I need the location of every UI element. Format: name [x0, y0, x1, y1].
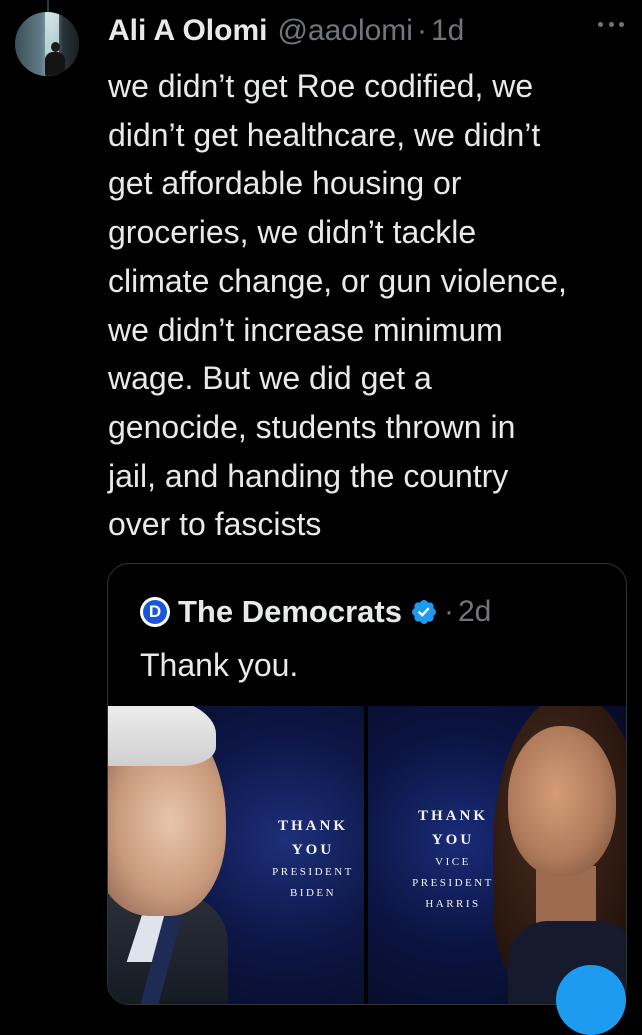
separator-dot: ·	[416, 14, 427, 47]
top-edge	[0, 0, 642, 6]
quoted-tweet-header: D The Democrats · 2d	[140, 594, 491, 630]
author-handle[interactable]: @aaolomi	[277, 14, 413, 48]
quoted-author-name[interactable]: The Democrats	[178, 594, 402, 630]
biden-caption: THANK YOU PRESIDENT BIDEN	[258, 814, 364, 904]
quoted-separator-dot: ·	[443, 595, 454, 628]
quoted-tweet[interactable]: D The Democrats · 2d Thank you. THANK YO…	[107, 563, 627, 1005]
quoted-tweet-text: Thank you.	[140, 647, 299, 683]
caption-line: PRESIDENT	[272, 866, 354, 878]
harris-caption: THANK YOU VICE PRESIDENT HARRIS	[393, 804, 513, 915]
tweet-timestamp[interactable]: 1d	[431, 14, 464, 48]
caption-line: THANK	[417, 808, 488, 824]
tweet-text: we didn’t get Roe codified, we didn’t ge…	[108, 68, 567, 543]
media-image-harris[interactable]: THANK YOU VICE PRESIDENT HARRIS	[368, 706, 626, 1004]
caption-line: YOU	[431, 832, 475, 848]
media-image-biden[interactable]: THANK YOU PRESIDENT BIDEN	[108, 706, 364, 1004]
more-icon[interactable]	[598, 22, 624, 30]
caption-line: BIDEN	[289, 887, 337, 899]
caption-line: YOU	[291, 842, 335, 858]
quoted-media[interactable]: THANK YOU PRESIDENT BIDEN THANK YOU VICE…	[108, 706, 626, 1004]
thread-line	[47, 0, 49, 12]
author-name[interactable]: Ali A Olomi	[108, 14, 267, 48]
democrats-logo-icon: D	[140, 597, 170, 627]
caption-line: HARRIS	[425, 898, 481, 910]
logo-letter: D	[143, 600, 167, 624]
avatar[interactable]	[15, 12, 79, 76]
quoted-timestamp[interactable]: 2d	[458, 595, 491, 629]
compose-button[interactable]	[556, 965, 626, 1035]
verified-badge-icon	[412, 600, 436, 624]
caption-line: VICE	[435, 856, 471, 868]
tweet-header: Ali A Olomi @aaolomi · 1d	[108, 14, 464, 52]
caption-line: PRESIDENT	[412, 877, 494, 889]
caption-line: THANK	[277, 818, 348, 834]
